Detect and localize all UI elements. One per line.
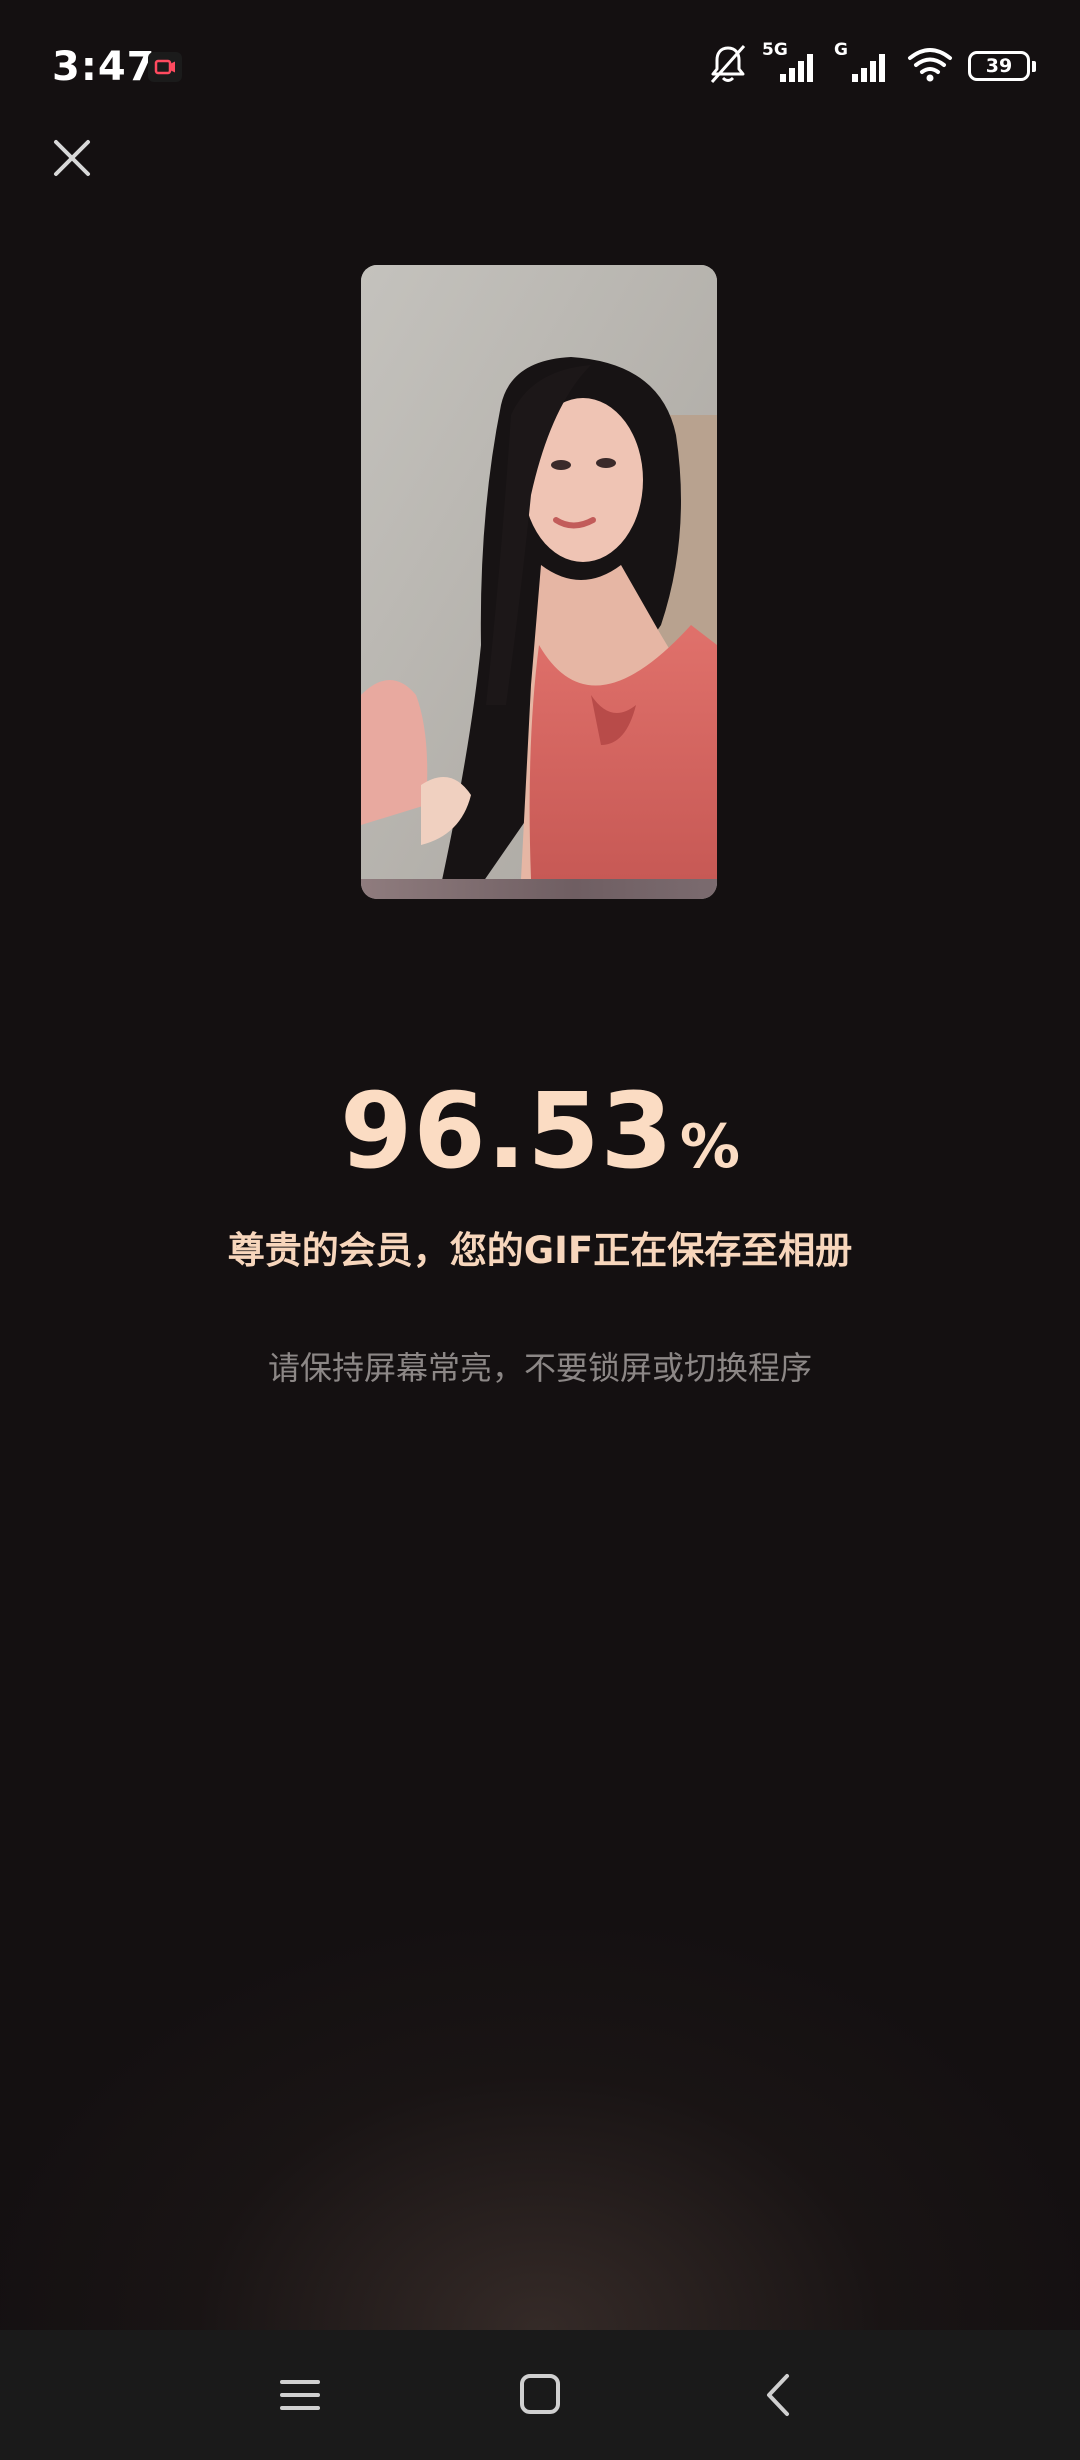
save-progress: 96.53% <box>0 1070 1080 1192</box>
back-icon <box>767 2374 789 2416</box>
progress-unit: % <box>679 1112 741 1182</box>
cellular-signal-5g-icon: 5G <box>762 40 820 88</box>
screen-record-icon <box>148 52 182 82</box>
close-button[interactable] <box>44 130 100 186</box>
preview-bottom-strip <box>361 879 717 899</box>
hint-message: 请保持屏幕常亮，不要锁屏或切换程序 <box>267 1349 812 1387</box>
bottom-glow <box>0 1930 1080 2330</box>
preview-illustration <box>361 265 717 885</box>
gif-save-screen: 3:47 5G G 39 96.53 % 尊贵的会员，您的GIF正在保存至相册 … <box>0 0 1080 2460</box>
status-time: 3:47 <box>52 44 156 90</box>
gif-preview-image <box>361 265 717 899</box>
status-icons: 5G G 39 <box>708 40 1036 90</box>
wifi-icon <box>906 44 954 88</box>
recent-apps-button[interactable] <box>265 2360 335 2430</box>
system-nav-bar <box>0 2330 1080 2460</box>
cellular-signal-g-icon: G <box>834 40 892 88</box>
back-button[interactable] <box>745 2360 815 2430</box>
mute-bell-icon <box>708 42 748 90</box>
battery-indicator: 39 <box>968 51 1036 81</box>
close-icon <box>54 140 90 176</box>
home-button[interactable] <box>505 2360 575 2430</box>
progress-value: 96.53 <box>339 1070 674 1192</box>
status-bar: 3:47 5G G 39 <box>0 0 1080 135</box>
menu-icon <box>280 2380 320 2410</box>
saving-message: 尊贵的会员，您的GIF正在保存至相册 <box>227 1229 853 1272</box>
home-icon <box>520 2374 560 2414</box>
